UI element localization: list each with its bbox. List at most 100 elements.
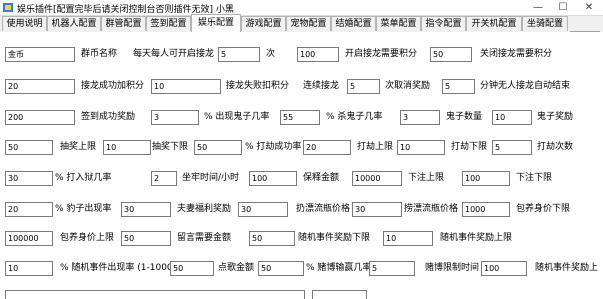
spouse-bonus-input[interactable]: 30 (121, 202, 171, 217)
tab-game[interactable]: 游戏配置 (241, 16, 286, 31)
tab-command[interactable]: 指令配置 (421, 16, 466, 31)
keep-lower-input[interactable]: 1000 (462, 202, 510, 217)
leopard-rate-input[interactable]: 20 (5, 202, 53, 217)
form-row: 100000 包养身价上限 50 留言需要金额 50 随机事件奖励下限 10 随… (0, 231, 603, 247)
bet-lower-input[interactable]: 100 (462, 171, 510, 186)
bottle-pick-input[interactable]: 30 (352, 202, 402, 217)
form-row: 10 % 随机事件出现率 (1-1000) 50 点歌金额 50 % 赌博输赢几… (0, 261, 603, 277)
streak-label: 连续接龙 (303, 81, 340, 91)
event-upper2-input[interactable]: 100 (481, 261, 527, 276)
rob-upper-label: 打劫上限 (357, 142, 394, 152)
draw-upper-label: 抽奖上限 (60, 142, 97, 152)
title-bar: 娱乐插件[配置完毕后请关闭控制台否则插件无效] 小黑 — ☐ ✕ (0, 0, 603, 16)
close-cost-input[interactable]: 50 (430, 47, 472, 62)
bet-lower-label: 下注下限 (516, 173, 553, 183)
form-row: 金币 群币名称 每天每人可开启接龙 5 次 100 开启接龙需要积分 50 关闭… (0, 47, 603, 63)
fail-points-label: 接龙失败扣积分 (226, 81, 290, 91)
minimize-button[interactable]: — (527, 0, 549, 15)
rob-times-input[interactable]: 5 (492, 140, 532, 155)
tab-entertainment[interactable]: 娱乐配置 (191, 14, 241, 32)
tab-usage[interactable]: 使用说明 (2, 16, 47, 31)
kill-rate-input[interactable]: 55 (280, 110, 320, 125)
close-button[interactable]: ✕ (578, 0, 600, 15)
kill-rate-label: % 杀鬼子几率 (326, 112, 383, 122)
bail-label: 保释金额 (303, 173, 340, 183)
song-cost-input[interactable]: 50 (170, 261, 214, 276)
ghost-count-label: 鬼子数量 (446, 112, 483, 122)
jail-rate-label: % 打入狱几率 (55, 173, 112, 183)
gamble-rate-label: % 赌博输赢几率 (306, 263, 372, 273)
tab-sign-in[interactable]: 签到配置 (146, 16, 191, 31)
bet-upper-input[interactable]: 10000 (352, 171, 402, 186)
jail-time-label: 坐牢时间/小时 (182, 173, 240, 183)
daily-solitaire-input[interactable]: 5 (218, 47, 260, 62)
open-cost-input[interactable]: 100 (297, 47, 339, 62)
sign-reward-label: 签到成功奖励 (81, 112, 136, 122)
form-row: 50 抽奖上限 10 抽奖下限 50 % 打劫成功率 20 打劫上限 10 打劫… (0, 140, 603, 156)
form-row: 20 % 豹子出现率 30 夫妻福利奖励 30 扔漂流瓶价格 30 捞漂流瓶价格… (0, 202, 603, 218)
tab-pet[interactable]: 宠物配置 (286, 16, 331, 31)
event-lower-input[interactable]: 50 (249, 231, 295, 246)
app-icon (3, 3, 13, 12)
entertainment-config-panel: 金币 群币名称 每天每人可开启接龙 5 次 100 开启接龙需要积分 50 关闭… (0, 32, 603, 299)
bet-upper-label: 下注上限 (408, 173, 445, 183)
streak-unit: 次取消奖励 (385, 81, 431, 91)
jail-time-input[interactable]: 2 (151, 171, 177, 186)
draw-lower-label: 抽奖下限 (152, 142, 189, 152)
ghost-reward-input[interactable]: 10 (492, 110, 532, 125)
form-row: 20 接龙成功加积分 10 接龙失败扣积分 连续接龙 5 次取消奖励 5 分钟无… (0, 79, 603, 95)
success-points-label: 接龙成功加积分 (81, 81, 145, 91)
partial-input[interactable] (312, 290, 367, 299)
sign-reward-input[interactable]: 200 (5, 110, 75, 125)
form-row: 30 % 打入狱几率 2 坐牢时间/小时 100 保释金额 10000 下注上限… (0, 171, 603, 187)
ghost-rate-label: % 出现鬼子几率 (204, 112, 270, 122)
rob-lower-label: 打劫下限 (451, 142, 488, 152)
event-rate-input[interactable]: 10 (5, 261, 53, 276)
gamble-limit-input[interactable]: 5 (369, 261, 415, 276)
form-row: 200 签到成功奖励 3 % 出现鬼子几率 55 % 杀鬼子几率 3 鬼子数量 … (0, 110, 603, 126)
ghost-rate-input[interactable]: 3 (151, 110, 199, 125)
ghost-count-input[interactable]: 3 (400, 110, 440, 125)
rob-success-input[interactable]: 50 (194, 140, 242, 155)
tab-menu[interactable]: 菜单配置 (376, 16, 421, 31)
idle-minutes-input[interactable]: 5 (442, 79, 475, 94)
jail-rate-input[interactable]: 30 (5, 171, 53, 186)
draw-lower-input[interactable]: 10 (103, 140, 151, 155)
open-cost-label: 开启接龙需要积分 (345, 49, 418, 59)
tab-power[interactable]: 开关机配置 (466, 16, 522, 31)
gamble-limit-label: 赌博限制时间 (425, 263, 480, 273)
daily-solitaire-label: 每天每人可开启接龙 (133, 49, 215, 59)
fail-points-input[interactable]: 10 (151, 79, 221, 94)
tab-group-admin[interactable]: 群管配置 (101, 16, 146, 31)
keep-upper-input[interactable]: 100000 (5, 231, 53, 246)
ghost-reward-label: 鬼子奖励 (537, 112, 574, 122)
bottle-pick-label: 捞漂流瓶价格 (404, 204, 459, 214)
event-upper-input[interactable]: 10 (383, 231, 433, 246)
tab-mount[interactable]: 坐骑配置 (522, 16, 568, 31)
daily-solitaire-unit: 次 (266, 49, 276, 59)
gamble-rate-input[interactable]: 50 (258, 261, 304, 276)
keep-lower-label: 包养身价下限 (516, 204, 571, 214)
maximize-button[interactable]: ☐ (552, 0, 574, 15)
bottle-throw-input[interactable]: 30 (238, 202, 288, 217)
success-points-input[interactable]: 20 (5, 79, 75, 94)
rob-success-label: % 打劫成功率 (245, 142, 302, 152)
rob-upper-input[interactable]: 20 (303, 140, 351, 155)
spouse-bonus-label: 夫妻福利奖励 (177, 204, 232, 214)
event-lower-label: 随机事件奖励下限 (298, 233, 371, 243)
tab-strip: 使用说明 机器人配置 群管配置 签到配置 娱乐配置 游戏配置 宠物配置 结婚配置… (0, 14, 603, 45)
streak-input[interactable]: 5 (347, 79, 380, 94)
draw-upper-input[interactable]: 50 (5, 140, 53, 155)
event-upper-label: 随机事件奖励上限 (440, 233, 513, 243)
rob-lower-input[interactable]: 10 (397, 140, 445, 155)
event-upper2-label: 随机事件奖励上 (535, 263, 599, 273)
partial-input[interactable] (5, 290, 305, 299)
rob-times-label: 打劫次数 (537, 142, 574, 152)
currency-name-label: 群币名称 (81, 49, 118, 59)
message-cost-input[interactable]: 50 (121, 231, 171, 246)
tab-robot[interactable]: 机器人配置 (47, 16, 101, 31)
form-row-partial (0, 290, 603, 299)
tab-marriage[interactable]: 结婚配置 (331, 16, 376, 31)
bail-input[interactable]: 100 (249, 171, 297, 186)
currency-name-input[interactable]: 金币 (5, 47, 75, 62)
